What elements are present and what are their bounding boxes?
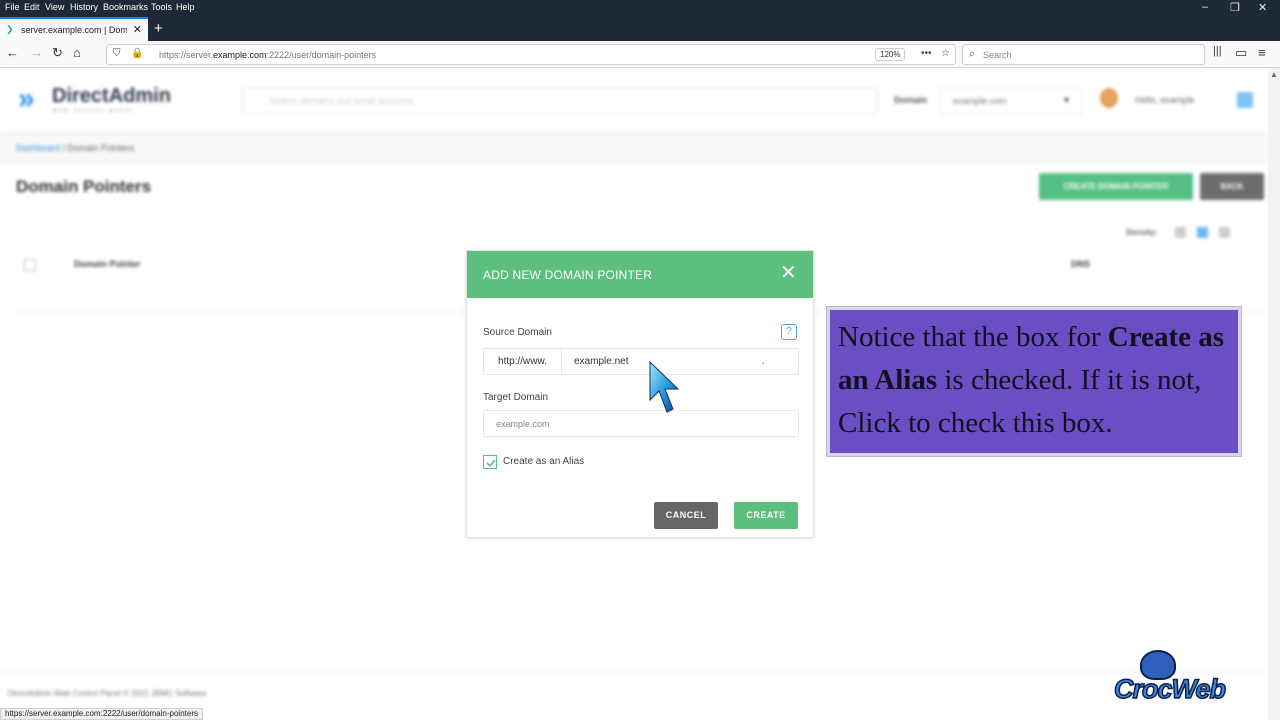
- hamburger-menu-icon[interactable]: ≡: [1258, 45, 1266, 60]
- browser-tab[interactable]: ❯ server.example.com | Domain P ✕: [0, 17, 148, 41]
- browser-search-placeholder: Search: [983, 50, 1012, 60]
- apps-grid-icon[interactable]: [1237, 92, 1253, 108]
- home-icon[interactable]: ⌂: [73, 45, 81, 60]
- library-icon[interactable]: |||: [1213, 45, 1222, 57]
- text-caret-icon: ˎ: [762, 354, 765, 364]
- density-label: Density:: [1126, 228, 1158, 237]
- select-all-checkbox[interactable]: [24, 259, 36, 271]
- page-title: Domain Pointers: [16, 177, 152, 196]
- source-domain-input[interactable]: example.net: [574, 356, 628, 367]
- domain-select-value: example.com: [953, 96, 1007, 106]
- density-compact-icon[interactable]: [1175, 227, 1186, 238]
- cancel-button[interactable]: CANCEL: [654, 502, 718, 529]
- nav-bar: ← → ↻ ⌂ ⛉ 🔒 https://server.example.com:2…: [0, 41, 1280, 68]
- header-search-input[interactable]: Search domains and email accounts: [242, 87, 878, 114]
- breadcrumb-current: Domain Pointers: [67, 143, 135, 153]
- back-button[interactable]: BACK: [1200, 173, 1264, 200]
- column-header-dns[interactable]: DNS: [1071, 259, 1090, 269]
- browser-search-box[interactable]: ⌕ Search: [962, 44, 1205, 65]
- add-domain-pointer-dialog: ADD NEW DOMAIN POINTER ✕ Source Domain ?…: [466, 250, 814, 538]
- avatar[interactable]: [1100, 88, 1118, 108]
- menu-bookmarks[interactable]: Bookmarks: [103, 2, 148, 12]
- mouse-cursor-icon: [649, 360, 680, 413]
- zoom-level[interactable]: 120%: [875, 48, 906, 61]
- tab-bar: ❯ server.example.com | Domain P ✕ +: [0, 14, 1280, 41]
- source-domain-label: Source Domain: [483, 327, 552, 338]
- header-search-placeholder: Search domains and email accounts: [269, 96, 415, 106]
- menu-view[interactable]: View: [45, 2, 64, 12]
- page-actions-icon[interactable]: •••: [921, 48, 932, 59]
- crocweb-logo: CrocWeb: [1113, 650, 1246, 712]
- domain-select[interactable]: example.com ▼: [940, 87, 1082, 114]
- dialog-title: ADD NEW DOMAIN POINTER: [483, 268, 653, 282]
- target-domain-placeholder: example.com: [496, 419, 550, 429]
- breadcrumb: Dashboard / Domain Pointers: [16, 143, 135, 153]
- back-icon[interactable]: ←: [6, 45, 19, 60]
- target-domain-input[interactable]: example.com: [483, 410, 799, 437]
- instruction-annotation: Notice that the box for Create as an Ali…: [826, 306, 1242, 457]
- logo-name: DirectAdmin: [52, 85, 171, 107]
- checkmark-icon: [486, 459, 496, 468]
- lock-icon[interactable]: 🔒: [131, 48, 143, 59]
- create-alias-checkbox[interactable]: [483, 455, 497, 469]
- close-window-icon[interactable]: ✕: [1258, 1, 1267, 14]
- favicon-icon: ❯: [6, 24, 14, 34]
- source-domain-prefix: http://www.: [484, 349, 562, 374]
- menu-tools[interactable]: Tools: [151, 2, 172, 12]
- create-button[interactable]: CREATE: [734, 502, 798, 529]
- menu-history[interactable]: History: [70, 2, 98, 12]
- search-icon: ⌕: [969, 48, 976, 60]
- logo-tagline: web control panel: [53, 108, 135, 114]
- dialog-header: ADD NEW DOMAIN POINTER ✕: [467, 251, 813, 298]
- menu-edit[interactable]: Edit: [24, 2, 40, 12]
- domain-label: Domain: [894, 95, 928, 105]
- minimize-icon[interactable]: –: [1202, 1, 1208, 13]
- close-icon[interactable]: ✕: [780, 263, 797, 283]
- url-text: https://server.example.com:2222/user/dom…: [159, 50, 377, 60]
- footer-divider: [0, 672, 1280, 673]
- tab-close-icon[interactable]: ✕: [133, 23, 142, 36]
- forward-icon[interactable]: →: [30, 45, 43, 60]
- shield-icon[interactable]: ⛉: [113, 48, 121, 59]
- new-tab-icon[interactable]: +: [154, 20, 163, 37]
- scroll-up-icon[interactable]: ▲: [1270, 70, 1278, 79]
- source-domain-field[interactable]: http://www. example.net ˎ: [483, 348, 799, 375]
- menu-file[interactable]: File: [5, 2, 20, 12]
- status-bar-url: https://server.example.com:2222/user/dom…: [0, 708, 203, 720]
- restore-icon[interactable]: ❐: [1230, 1, 1240, 14]
- create-alias-label[interactable]: Create as an Alias: [503, 456, 584, 467]
- chevron-down-icon: ▼: [1062, 95, 1071, 105]
- browser-menubar: File Edit View History Bookmarks Tools H…: [0, 0, 1280, 14]
- sidebar-icon[interactable]: ▭: [1235, 45, 1247, 61]
- menu-help[interactable]: Help: [176, 2, 195, 12]
- help-icon[interactable]: ?: [781, 324, 797, 340]
- tab-title: server.example.com | Domain P: [21, 25, 127, 35]
- user-greeting[interactable]: Hello, example: [1135, 95, 1195, 105]
- reload-icon[interactable]: ↻: [52, 45, 63, 61]
- breadcrumb-dashboard-link[interactable]: Dashboard: [16, 143, 60, 153]
- column-header-pointer[interactable]: Domain Pointer: [74, 259, 141, 269]
- crocweb-wordmark: CrocWeb: [1113, 673, 1227, 705]
- url-bar[interactable]: ⛉ 🔒 https://server.example.com:2222/user…: [106, 44, 956, 65]
- target-domain-label: Target Domain: [483, 392, 549, 403]
- bookmark-star-icon[interactable]: ☆: [941, 48, 950, 59]
- density-normal-icon[interactable]: [1197, 227, 1208, 238]
- density-wide-icon[interactable]: [1219, 227, 1230, 238]
- logo-chevron-icon: »: [18, 82, 35, 115]
- page-scrollbar[interactable]: ▲: [1268, 68, 1280, 720]
- footer-text: DirectAdmin Web Control Panel © 2021 JBM…: [8, 689, 207, 698]
- create-domain-pointer-button[interactable]: CREATE DOMAIN POINTER: [1039, 173, 1193, 200]
- breadcrumb-bar: Dashboard / Domain Pointers: [0, 131, 1280, 164]
